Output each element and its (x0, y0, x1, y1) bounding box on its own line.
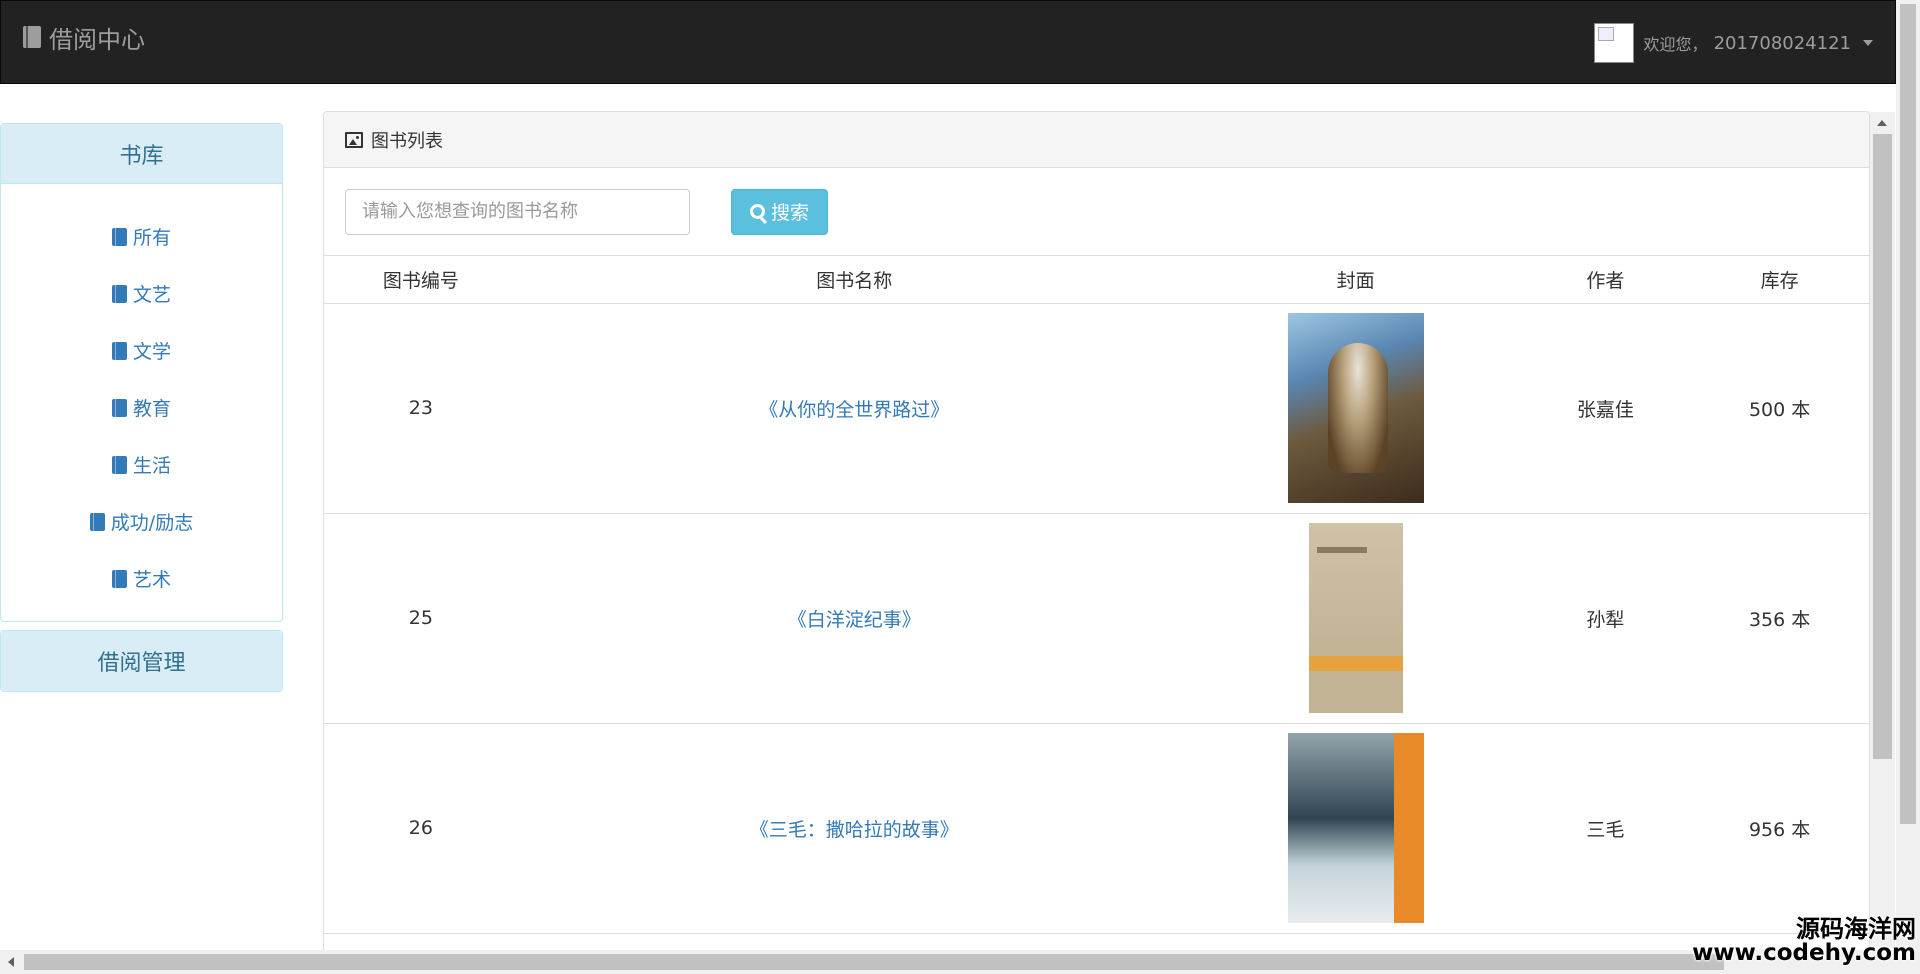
sidebar-item-label: 艺术 (132, 569, 171, 591)
scroll-left-icon[interactable] (8, 957, 14, 967)
page-horizontal-scrollbar[interactable] (0, 950, 1920, 974)
sidebar-item-art[interactable]: 艺术 (1, 550, 282, 607)
column-header-cover: 封面 (1190, 256, 1521, 304)
search-button[interactable]: 搜索 (731, 188, 828, 235)
sidebar-item-life[interactable]: 生活 (1, 436, 282, 493)
book-stock: 356 本 (1690, 513, 1869, 724)
panel-vertical-scrollbar[interactable] (1870, 112, 1895, 956)
book-icon (111, 455, 127, 474)
chevron-down-icon[interactable] (1863, 40, 1873, 46)
book-cover-image[interactable] (1308, 523, 1403, 713)
watermark-url: www.codehy.com (1692, 940, 1916, 967)
book-name-link[interactable]: 《从你的全世界路过》 (517, 303, 1191, 514)
column-header-author: 作者 (1520, 256, 1691, 304)
book-cover-image[interactable] (1287, 733, 1424, 923)
book-icon (89, 512, 105, 531)
book-name-link[interactable]: 《三毛：撒哈拉的故事》 (517, 723, 1191, 934)
book-id: 25 (324, 513, 518, 724)
sidebar-item-label: 文艺 (132, 284, 171, 306)
scrollbar-thumb[interactable] (24, 954, 1724, 970)
sidebar-item-all[interactable]: 所有 (1, 208, 282, 265)
search-input[interactable] (345, 188, 690, 235)
sidebar-item-success[interactable]: 成功/励志 (1, 493, 282, 550)
book-name-link[interactable]: 《白洋淀纪事》 (517, 513, 1191, 724)
sidebar: 书库 所有 文艺 文学 教育 生活 成功/励志 艺术 借阅管理 (0, 123, 283, 700)
library-panel-header[interactable]: 书库 (1, 124, 282, 184)
page-vertical-scrollbar[interactable] (1896, 0, 1920, 950)
user-id: 201708024121 (1713, 32, 1851, 54)
search-row: 搜索 (324, 168, 1869, 256)
column-header-stock: 库存 (1690, 256, 1869, 304)
book-stock: 500 本 (1690, 303, 1869, 514)
book-icon (111, 569, 127, 588)
book-table: 图书编号 图书名称 封面 作者 库存 23 《从你的全世界路过》 张嘉佳 500… (324, 256, 1869, 934)
brand[interactable]: 借阅中心 (23, 19, 145, 55)
user-menu[interactable]: 欢迎您， 201708024121 (1593, 23, 1873, 63)
sidebar-item-label: 生活 (132, 455, 171, 477)
book-icon (23, 26, 41, 48)
book-cover-image[interactable] (1287, 313, 1424, 503)
sidebar-item-literature[interactable]: 文学 (1, 322, 282, 379)
book-id: 26 (324, 723, 518, 934)
search-button-label: 搜索 (770, 202, 809, 224)
book-stock: 956 本 (1690, 723, 1869, 934)
borrow-panel-header[interactable]: 借阅管理 (1, 631, 282, 691)
sidebar-item-education[interactable]: 教育 (1, 379, 282, 436)
top-navbar: 借阅中心 欢迎您， 201708024121 (0, 0, 1896, 84)
library-panel: 书库 所有 文艺 文学 教育 生活 成功/励志 艺术 (0, 123, 283, 622)
book-id: 23 (324, 303, 518, 514)
avatar (1593, 23, 1634, 63)
panel-title: 图书列表 (371, 130, 443, 152)
book-icon (111, 341, 127, 360)
column-header-name: 图书名称 (517, 256, 1191, 304)
book-author: 张嘉佳 (1520, 303, 1691, 514)
picture-icon (345, 131, 363, 148)
scrollbar-thumb[interactable] (1900, 4, 1916, 824)
welcome-text: 欢迎您， (1643, 35, 1708, 54)
table-row: 25 《白洋淀纪事》 孙犁 356 本 (324, 513, 1869, 724)
sidebar-item-label: 教育 (132, 398, 171, 420)
sidebar-item-label: 文学 (132, 341, 171, 363)
sidebar-item-label: 所有 (132, 227, 171, 249)
sidebar-item-arts[interactable]: 文艺 (1, 265, 282, 322)
cover-cell (1190, 303, 1521, 514)
search-icon (749, 204, 765, 219)
table-row: 26 《三毛：撒哈拉的故事》 三毛 956 本 (324, 723, 1869, 934)
book-icon (111, 284, 127, 303)
watermark-title: 源码海洋网 (1796, 914, 1916, 943)
scroll-up-icon[interactable] (1877, 120, 1887, 126)
borrow-panel: 借阅管理 (0, 630, 283, 692)
table-row: 23 《从你的全世界路过》 张嘉佳 500 本 (324, 303, 1869, 514)
book-author: 孙犁 (1520, 513, 1691, 724)
table-header-row: 图书编号 图书名称 封面 作者 库存 (324, 256, 1869, 304)
book-list-panel: 图书列表 搜索 图书编号 图书名称 封面 作者 库存 23 《从你的全世界路过》 (323, 111, 1870, 953)
panel-heading: 图书列表 (324, 112, 1869, 168)
sidebar-item-label: 成功/励志 (110, 512, 194, 534)
book-author: 三毛 (1520, 723, 1691, 934)
book-icon (111, 227, 127, 246)
watermark: 源码海洋网 www.codehy.com (1692, 914, 1916, 967)
cover-cell (1190, 723, 1521, 934)
book-icon (111, 398, 127, 417)
brand-title: 借阅中心 (49, 25, 145, 54)
scrollbar-thumb[interactable] (1873, 134, 1892, 759)
cover-cell (1190, 513, 1521, 724)
category-list: 所有 文艺 文学 教育 生活 成功/励志 艺术 (1, 184, 282, 621)
column-header-id: 图书编号 (324, 256, 518, 304)
